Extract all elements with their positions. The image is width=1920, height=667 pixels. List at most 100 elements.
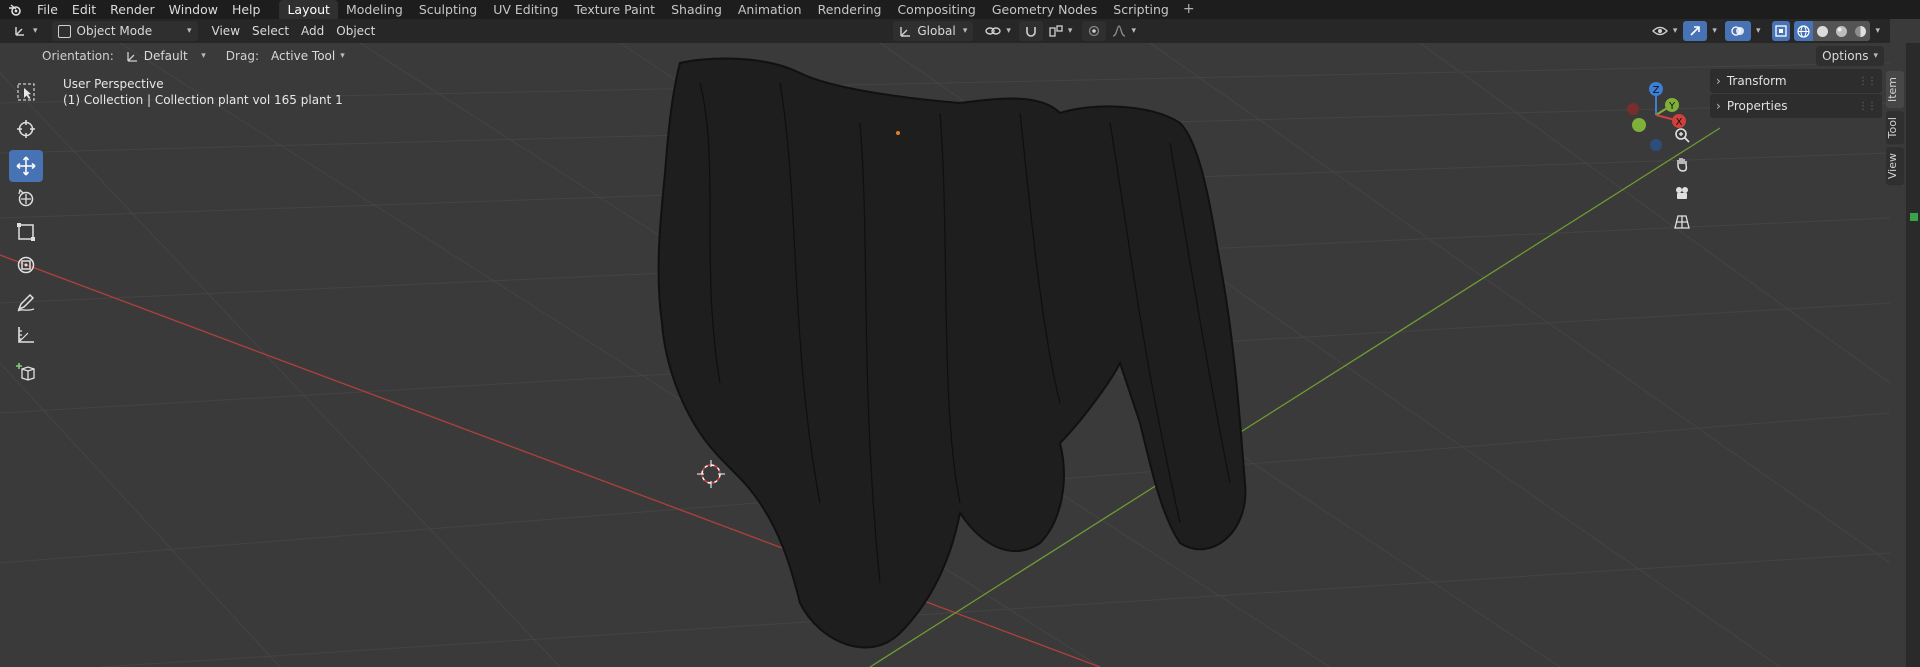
properties-edge-strip[interactable] — [1906, 43, 1920, 667]
orientation-axes-icon — [127, 52, 137, 62]
annotate-tool[interactable] — [9, 286, 43, 318]
move-tool[interactable] — [9, 150, 43, 182]
viewport-perspective-label: User Perspective — [63, 77, 164, 91]
blender-logo-icon[interactable] — [0, 3, 30, 16]
overlays-toggle[interactable] — [1724, 21, 1751, 41]
snap-increment-icon — [1049, 25, 1063, 37]
tab-texture-paint[interactable]: Texture Paint — [566, 0, 663, 19]
tab-animation[interactable]: Animation — [730, 0, 810, 19]
tab-shading[interactable]: Shading — [663, 0, 730, 19]
gizmo-neg-z-handle[interactable] — [1650, 139, 1662, 151]
proportional-editing-toggle[interactable] — [1082, 21, 1107, 41]
chevron-down-icon[interactable]: ▾ — [1875, 26, 1880, 36]
pivot-point-button[interactable]: ▾ — [979, 21, 1017, 41]
transform-icon — [17, 256, 35, 274]
visibility-button[interactable]: ▾ — [1646, 21, 1684, 41]
sidetab-item[interactable]: Item — [1886, 71, 1904, 109]
snap-target-button[interactable]: ▾ — [1043, 21, 1079, 41]
gizmo-z-label: Z — [1653, 85, 1660, 96]
top-bar: File Edit Render Window Help Layout Mode… — [0, 0, 1920, 19]
drag-selector[interactable]: Active Tool ▾ — [265, 46, 351, 66]
camera-view-button[interactable] — [1668, 179, 1696, 207]
falloff-curve-icon — [1113, 25, 1126, 37]
rendered-sphere-icon — [1855, 25, 1867, 37]
tab-modeling[interactable]: Modeling — [338, 0, 411, 19]
chevron-down-icon: ▾ — [1006, 26, 1011, 36]
options-button[interactable]: Options ▾ — [1816, 46, 1884, 66]
add-cube-icon — [16, 363, 35, 381]
scale-tool[interactable] — [9, 216, 43, 248]
transform-panel-header[interactable]: › Transform ⋮⋮ — [1710, 69, 1882, 93]
move-icon — [16, 156, 36, 176]
shading-wireframe-button[interactable] — [1794, 21, 1814, 41]
orientation-selector[interactable]: Default ▾ — [120, 46, 212, 66]
properties-panel-header[interactable]: › Properties ⋮⋮ — [1710, 94, 1882, 118]
menu-render[interactable]: Render — [103, 0, 162, 19]
cursor-tool[interactable] — [9, 113, 43, 145]
add-workspace-button[interactable]: + — [1177, 0, 1201, 19]
n-panel-tabs: Item Tool View — [1886, 71, 1904, 189]
3d-cursor-icon[interactable] — [697, 460, 725, 488]
chevron-down-icon: ▾ — [340, 51, 345, 61]
proportional-falloff-button[interactable]: ▾ — [1106, 21, 1142, 41]
tab-layout[interactable]: Layout — [279, 0, 338, 19]
shading-material-button[interactable] — [1832, 21, 1852, 41]
gizmo-toggle[interactable] — [1683, 21, 1708, 41]
transform-tool[interactable] — [9, 249, 43, 281]
3d-viewport[interactable]: User Perspective (1) Collection | Collec… — [0, 43, 1904, 667]
gizmo-neg-x-handle[interactable] — [1627, 103, 1639, 115]
viewport-collection-label: (1) Collection | Collection plant vol 16… — [63, 93, 343, 107]
tab-scripting[interactable]: Scripting — [1105, 0, 1177, 19]
chevron-down-icon: ▾ — [1131, 26, 1136, 36]
chevron-down-icon: ▾ — [187, 26, 192, 36]
menu-help[interactable]: Help — [225, 0, 268, 19]
transform-orientation-selector[interactable]: Global ▾ — [893, 21, 974, 41]
rotate-tool[interactable] — [9, 183, 43, 215]
menu-view[interactable]: View — [206, 21, 246, 41]
tab-compositing[interactable]: Compositing — [889, 0, 983, 19]
menu-edit[interactable]: Edit — [65, 0, 103, 19]
chevron-down-icon[interactable]: ▾ — [1712, 26, 1717, 36]
zoom-button[interactable] — [1668, 121, 1696, 149]
select-box-tool[interactable] — [9, 76, 43, 108]
drag-label: Drag: — [225, 49, 259, 63]
tab-uv-editing[interactable]: UV Editing — [485, 0, 566, 19]
sidetab-tool[interactable]: Tool — [1886, 111, 1904, 145]
tab-rendering[interactable]: Rendering — [810, 0, 890, 19]
orientation-value: Default — [143, 49, 188, 63]
menu-window[interactable]: Window — [162, 0, 225, 19]
chevron-down-icon: ▾ — [1067, 26, 1073, 36]
drag-grip-icon[interactable]: ⋮⋮ — [1858, 101, 1877, 112]
tab-sculpting[interactable]: Sculpting — [411, 0, 485, 19]
rotate-icon — [18, 189, 34, 207]
measure-tool[interactable] — [9, 319, 43, 351]
gizmo-neg-y-handle[interactable] — [1632, 118, 1646, 132]
shading-rendered-button[interactable] — [1851, 21, 1871, 41]
scale-icon — [17, 223, 35, 241]
menu-file[interactable]: File — [30, 0, 65, 19]
drag-grip-icon[interactable]: ⋮⋮ — [1858, 76, 1877, 87]
menu-add[interactable]: Add — [295, 21, 330, 41]
menu-select[interactable]: Select — [246, 21, 295, 41]
workspace-tabs: Layout Modeling Sculpting UV Editing Tex… — [279, 0, 1200, 19]
snap-toggle[interactable] — [1018, 21, 1043, 41]
editor-type-button[interactable]: ▾ — [8, 21, 44, 41]
chevron-down-icon: ▾ — [33, 26, 38, 36]
shading-solid-button[interactable] — [1813, 21, 1833, 41]
orientation-axes-icon — [900, 27, 911, 37]
xray-toggle[interactable] — [1772, 21, 1791, 41]
mode-selector[interactable]: Object Mode ▾ — [51, 21, 198, 41]
chevron-down-icon[interactable]: ▾ — [1756, 26, 1761, 36]
chevron-down-icon: ▾ — [1672, 26, 1678, 36]
pan-button[interactable] — [1668, 150, 1696, 178]
add-cube-tool[interactable] — [9, 356, 43, 388]
menu-object[interactable]: Object — [330, 21, 381, 41]
object-mode-icon — [57, 24, 71, 38]
plant-object[interactable] — [657, 57, 1247, 649]
gizmo-y-label: Y — [1668, 101, 1676, 112]
n-panel: › Transform ⋮⋮ › Properties ⋮⋮ — [1710, 69, 1882, 119]
tab-geometry-nodes[interactable]: Geometry Nodes — [984, 0, 1105, 19]
perspective-toggle-button[interactable] — [1668, 208, 1696, 236]
orientation-label: Orientation: — [42, 49, 114, 63]
sidetab-view[interactable]: View — [1886, 147, 1904, 186]
